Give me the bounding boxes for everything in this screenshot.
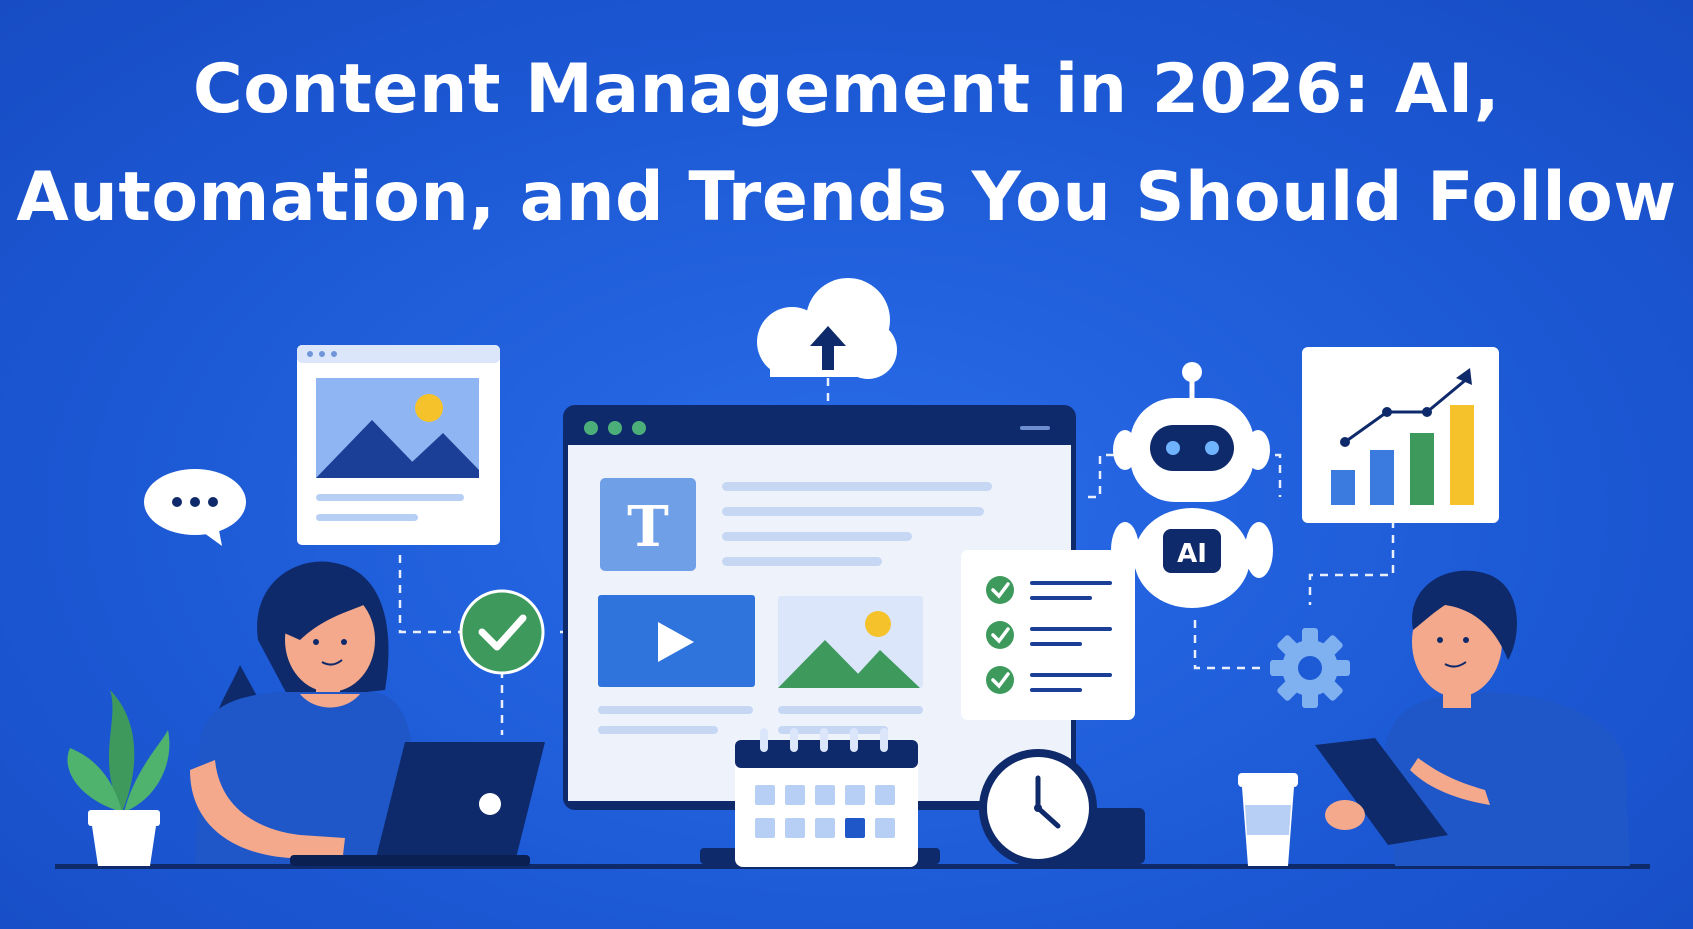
banner-canvas: Content Management in 2026: AI, Automati… <box>0 0 1693 929</box>
plant-icon <box>67 690 170 866</box>
chat-bubble-icon <box>144 469 246 546</box>
calendar-icon <box>735 728 918 867</box>
robot-icon: AI <box>1111 362 1273 608</box>
image-card-icon <box>297 345 500 545</box>
woman-figure <box>190 561 417 864</box>
clock-icon <box>979 749 1145 867</box>
robot-ai-badge: AI <box>1177 539 1207 569</box>
checklist-icon <box>961 550 1135 720</box>
cloud-upload-icon <box>757 278 897 379</box>
check-circle-icon <box>459 589 545 675</box>
bar-chart-icon <box>1302 347 1499 523</box>
coffee-cup-icon <box>1238 773 1298 866</box>
illustration: T AI <box>55 278 1650 869</box>
text-block-letter: T <box>627 494 669 560</box>
gear-icon <box>1270 628 1350 708</box>
